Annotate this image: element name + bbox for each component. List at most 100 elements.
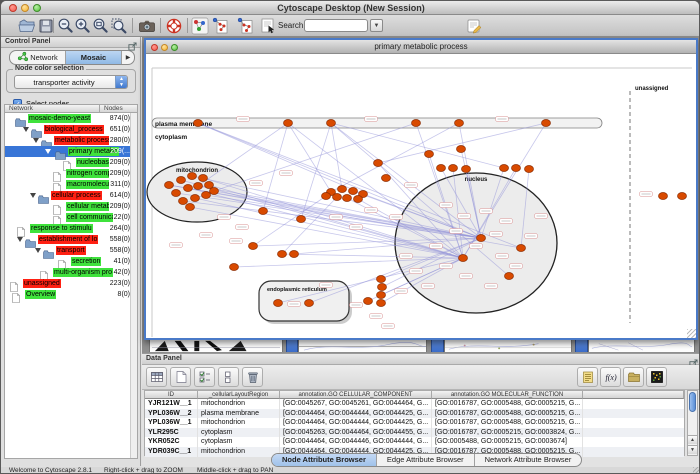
graph-node[interactable] [165, 182, 174, 189]
snapshot-button[interactable] [138, 17, 156, 35]
scrollbar-thumb[interactable] [689, 392, 696, 412]
search-dropdown-button[interactable]: ▼ [370, 19, 383, 32]
background-window-sliver[interactable] [149, 339, 283, 352]
graph-node[interactable] [194, 120, 203, 127]
graph-node[interactable] [322, 193, 331, 200]
table-cell[interactable]: [GO:0005488, GO:0005215, GO:0003674] [432, 437, 583, 447]
table-cell[interactable]: [GO:0044464, GO:0044446, GO:0044444, G..… [280, 437, 432, 447]
table-scrollbar[interactable]: ▲ ▼ [687, 390, 698, 456]
table-column-header[interactable]: annotation.GO CELLULAR_COMPONENT [280, 391, 432, 399]
attribute-notepad-button[interactable] [577, 367, 598, 387]
graph-node[interactable] [172, 190, 181, 197]
graph-node[interactable] [343, 195, 352, 202]
delete-attribute-button[interactable] [242, 367, 263, 387]
tab-network-attribute-browser[interactable]: Network Attribute Browser [475, 454, 582, 466]
attribute-table[interactable]: ID_cellularLayoutRegionannotation.GO CEL… [144, 390, 685, 456]
graph-node[interactable] [525, 166, 534, 173]
graph-node[interactable] [354, 196, 363, 203]
graph-node[interactable] [377, 276, 386, 283]
table-column-header[interactable]: _cellularLayoutRegion [198, 391, 280, 399]
table-cell[interactable]: [GO:0016787, GO:0005488, GO:0005215, G..… [432, 409, 583, 419]
graph-node[interactable] [659, 193, 668, 200]
scroll-down-button[interactable]: ▼ [688, 445, 697, 454]
unselect-attributes-button[interactable] [218, 367, 239, 387]
tree-row[interactable]: Overview8(0) [5, 289, 131, 300]
tree-row[interactable]: mosaic-demo-yeast874(0) [5, 113, 131, 124]
window-titlebar[interactable]: Cytoscape Desktop (New Session) [1, 1, 700, 15]
background-window-sliver[interactable] [431, 339, 444, 352]
graph-node[interactable] [259, 208, 268, 215]
graph-node[interactable] [517, 245, 526, 252]
tree-expander-icon[interactable] [30, 193, 36, 198]
tree-row[interactable]: biological_process651(0) [5, 124, 131, 135]
graph-node[interactable] [338, 186, 347, 193]
search-input[interactable] [304, 19, 368, 32]
create-attribute-button[interactable] [170, 367, 191, 387]
tree-row[interactable]: cellular process614(0) [5, 190, 131, 201]
network-view-window[interactable]: primary metabolic process plasma membran… [144, 38, 698, 340]
background-window-sliver[interactable] [575, 339, 588, 352]
tree-expander-icon[interactable] [23, 127, 29, 132]
tab-node-attribute-browser[interactable]: Node Attribute Browser [272, 454, 377, 466]
table-cell[interactable]: YLR295C [145, 428, 198, 438]
graph-node[interactable] [194, 183, 203, 190]
table-row[interactable]: YJR121W__1mitochondrion[GO:0045267, GO:0… [145, 399, 684, 409]
tab-mosaic[interactable]: Mosaic [66, 51, 122, 64]
annotate-button[interactable] [259, 17, 277, 35]
graph-node[interactable] [374, 160, 383, 167]
network-canvas[interactable]: plasma membranecytoplasmmitochondrionnuc… [146, 55, 696, 338]
graph-node[interactable] [186, 204, 195, 211]
tree-row[interactable]: secretion41(0) [5, 256, 131, 267]
advanced-search-button[interactable] [465, 17, 483, 35]
network-window-titlebar[interactable]: primary metabolic process [146, 40, 696, 54]
tree-expander-icon[interactable] [35, 248, 41, 253]
tree-row[interactable]: primary metabo209(... [5, 146, 131, 157]
tree-row[interactable]: macromolecule311(0) [5, 179, 131, 190]
table-cell[interactable]: [GO:0045267, GO:0045261, GO:0044464, G..… [280, 399, 432, 409]
graph-node[interactable] [455, 120, 464, 127]
graph-node[interactable] [333, 194, 342, 201]
node-color-dropdown[interactable]: transporter activity ▲▼ [14, 75, 128, 89]
import-attributes-button[interactable] [623, 367, 644, 387]
graph-node[interactable] [542, 120, 551, 127]
float-panel-icon[interactable] [689, 355, 698, 364]
background-window-sliver[interactable] [286, 339, 298, 352]
graph-node[interactable] [449, 165, 458, 172]
table-cell[interactable]: [GO:0045263, GO:0044464, GO:0044455, G..… [280, 428, 432, 438]
table-cell[interactable]: cytoplasm [198, 437, 280, 447]
table-cell[interactable]: cytoplasm [198, 428, 280, 438]
table-cell[interactable]: plasma membrane [198, 409, 280, 419]
background-window-sliver[interactable] [298, 339, 427, 352]
graph-node[interactable] [377, 292, 386, 299]
graph-node[interactable] [177, 177, 186, 184]
tab-network[interactable]: Network [10, 51, 66, 64]
graph-node[interactable] [382, 175, 391, 182]
tab-overflow-button[interactable]: ▶ [122, 51, 134, 64]
tree-expander-icon[interactable] [45, 149, 51, 154]
layout-button[interactable] [191, 17, 209, 35]
graph-node[interactable] [500, 165, 509, 172]
graph-node[interactable] [512, 165, 521, 172]
open-session-button[interactable] [18, 17, 36, 35]
tree-expander-icon[interactable] [33, 138, 39, 143]
graph-node[interactable] [412, 120, 421, 127]
zoom-in-button[interactable] [74, 17, 92, 35]
table-row[interactable]: YLR295Ccytoplasm[GO:0045263, GO:0044464,… [145, 428, 684, 438]
table-cell[interactable]: YPL036W__2 [145, 409, 198, 419]
table-cell[interactable]: YJR121W__1 [145, 399, 198, 409]
tree-row[interactable]: metabolic process280(0) [5, 135, 131, 146]
graph-node[interactable] [327, 120, 336, 127]
graph-node[interactable] [457, 146, 466, 153]
graph-node[interactable] [188, 173, 197, 180]
graph-node[interactable] [678, 193, 687, 200]
graph-node[interactable] [274, 300, 283, 307]
tree-row[interactable]: unassigned223(0) [5, 278, 131, 289]
table-cell[interactable]: YKR052C [145, 437, 198, 447]
function-builder-button[interactable]: f(x) [600, 367, 621, 387]
table-cell[interactable]: YPL036W__1 [145, 418, 198, 428]
tree-row[interactable]: cellular metabol209(0) [5, 201, 131, 212]
tree-row[interactable]: response to stimulu264(0) [5, 223, 131, 234]
table-cell[interactable]: [GO:0044464, GO:0044444, GO:0044425, G..… [280, 418, 432, 428]
tree-row[interactable]: transport558(0) [5, 245, 131, 256]
graph-node[interactable] [437, 165, 446, 172]
